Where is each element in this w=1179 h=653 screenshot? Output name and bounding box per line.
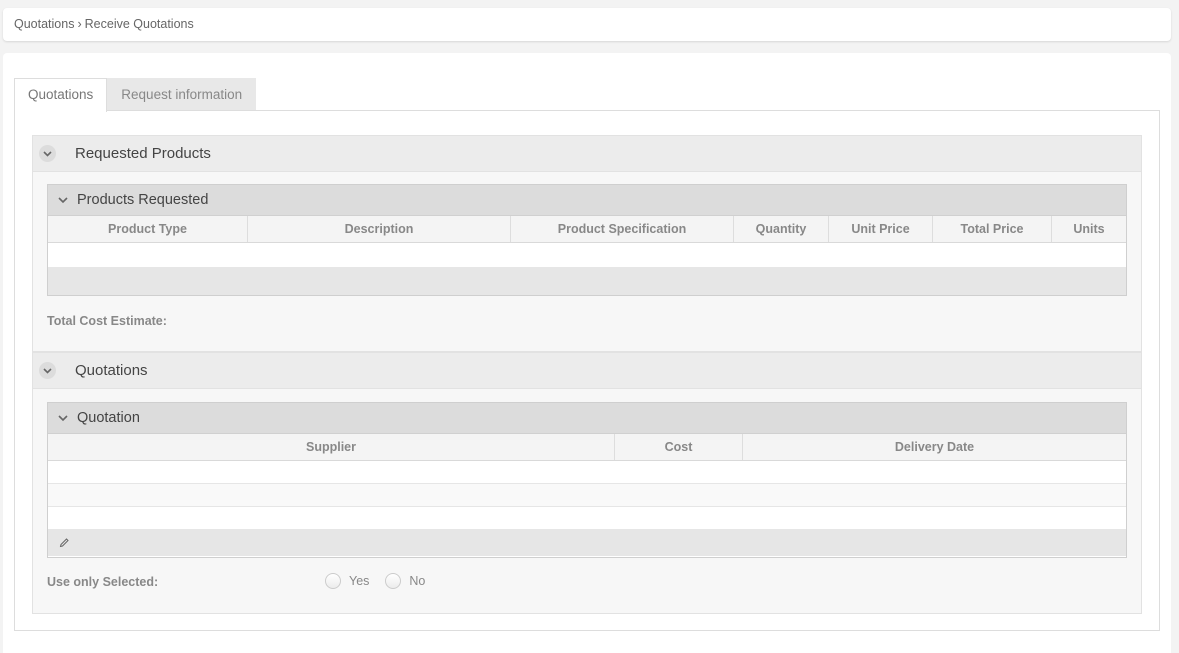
products-requested-grid: Products Requested Product Type Descript… [47, 184, 1127, 296]
breadcrumb-separator: › [77, 17, 82, 31]
grid-footer [48, 530, 1126, 556]
quotations-section: Quotations Quotation Supplier Cost Deliv… [32, 352, 1142, 614]
grid-title: Products Requested [77, 192, 209, 208]
chevron-down-icon[interactable] [56, 411, 70, 425]
table-row[interactable] [48, 461, 1126, 484]
quotations-header[interactable]: Quotations [33, 353, 1141, 389]
radio-yes-label[interactable]: Yes [349, 574, 369, 588]
pencil-icon[interactable] [59, 536, 70, 551]
grid-caption[interactable]: Quotation [48, 403, 1126, 433]
tab-request-information[interactable]: Request information [107, 78, 257, 111]
requested-products-header[interactable]: Requested Products [33, 136, 1141, 172]
section-title: Quotations [75, 362, 148, 379]
chevron-down-icon[interactable] [56, 193, 70, 207]
grid-caption[interactable]: Products Requested [48, 185, 1126, 215]
column-header-delivery-date[interactable]: Delivery Date [743, 434, 1126, 460]
grid-header-row: Product Type Description Product Specifi… [48, 215, 1126, 243]
radio-no[interactable] [385, 573, 402, 589]
grid-title: Quotation [77, 410, 140, 426]
column-header-description[interactable]: Description [248, 216, 511, 242]
column-header-unit-price[interactable]: Unit Price [829, 216, 933, 242]
tab-bar: Quotations Request information [14, 78, 257, 112]
section-title: Requested Products [75, 145, 211, 162]
chevron-down-icon[interactable] [39, 145, 56, 162]
column-header-cost[interactable]: Cost [615, 434, 743, 460]
table-row[interactable] [48, 484, 1126, 507]
breadcrumb-parent-link[interactable]: Quotations [14, 17, 74, 31]
requested-products-section: Requested Products Products Requested Pr… [32, 135, 1142, 352]
column-header-quantity[interactable]: Quantity [734, 216, 829, 242]
use-only-selected-radio-group: Yes No [325, 573, 441, 589]
column-header-units[interactable]: Units [1052, 216, 1126, 242]
breadcrumb: Quotations › Receive Quotations [3, 8, 1171, 41]
quotation-grid: Quotation Supplier Cost Delivery Date [47, 402, 1127, 558]
radio-yes[interactable] [325, 573, 341, 589]
tab-quotations[interactable]: Quotations [14, 78, 108, 112]
chevron-down-icon[interactable] [39, 362, 56, 379]
grid-footer [48, 268, 1126, 295]
table-row[interactable] [48, 243, 1126, 268]
column-header-supplier[interactable]: Supplier [48, 434, 615, 460]
column-header-total-price[interactable]: Total Price [933, 216, 1052, 242]
breadcrumb-current: Receive Quotations [84, 17, 194, 31]
table-row[interactable] [48, 507, 1126, 530]
column-header-product-type[interactable]: Product Type [48, 216, 248, 242]
total-cost-estimate-label: Total Cost Estimate: [47, 314, 167, 328]
column-header-product-specification[interactable]: Product Specification [511, 216, 734, 242]
use-only-selected-label: Use only Selected: [47, 575, 159, 589]
radio-no-label[interactable]: No [409, 574, 425, 588]
grid-header-row: Supplier Cost Delivery Date [48, 433, 1126, 461]
